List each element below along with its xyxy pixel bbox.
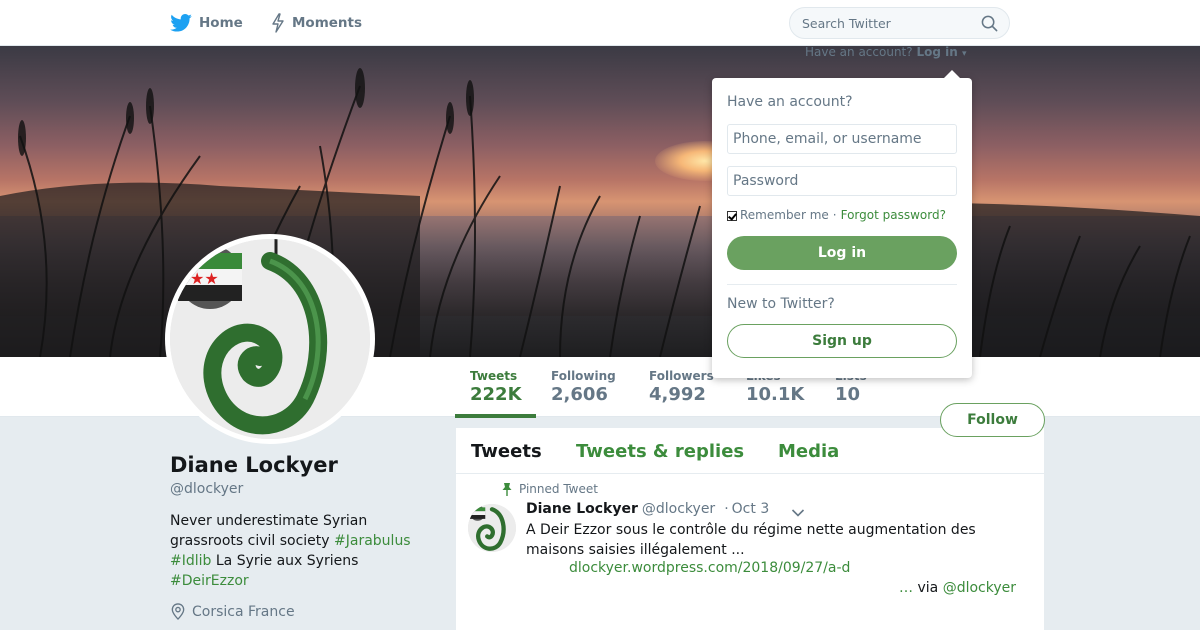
tweet-via-handle[interactable]: @dlockyer bbox=[943, 580, 1016, 596]
password-field[interactable] bbox=[727, 166, 957, 196]
remember-label[interactable]: Remember me bbox=[740, 208, 829, 222]
follow-button[interactable]: Follow bbox=[940, 403, 1045, 437]
new-to-twitter-label: New to Twitter? bbox=[727, 296, 835, 312]
tweet-avatar[interactable] bbox=[468, 504, 516, 552]
bio-text: La Syrie aux Syriens bbox=[211, 553, 359, 569]
stat-value: 10.1K bbox=[746, 384, 805, 405]
profile-handle[interactable]: @dlockyer bbox=[170, 481, 243, 497]
lightning-icon bbox=[272, 13, 284, 33]
tweet-avatar-image bbox=[468, 504, 516, 552]
remember-row: Remember me · Forgot password? bbox=[727, 208, 946, 222]
location-pin-icon bbox=[171, 603, 185, 620]
timeline: Tweets Tweets & replies Media Pinned Twe… bbox=[456, 428, 1044, 630]
remember-checkbox[interactable] bbox=[727, 211, 737, 221]
login-hint: Have an account? Log in ▾ bbox=[805, 45, 967, 59]
top-navbar: Home Moments bbox=[0, 0, 1200, 46]
signup-button[interactable]: Sign up bbox=[727, 324, 957, 358]
search-input[interactable] bbox=[802, 14, 977, 32]
stat-label: Followers bbox=[649, 369, 714, 383]
search-box bbox=[789, 7, 1010, 39]
nav-moments-label: Moments bbox=[292, 15, 363, 31]
profile-name[interactable]: Diane Lockyer bbox=[170, 453, 338, 477]
dropdown-title: Have an account? bbox=[727, 94, 853, 110]
forgot-password-link[interactable]: Forgot password? bbox=[841, 208, 946, 222]
pinned-text: Pinned Tweet bbox=[519, 482, 598, 496]
tweet-date[interactable]: Oct 3 bbox=[732, 501, 770, 517]
hashtag-link[interactable]: #Idlib bbox=[170, 553, 211, 569]
hashtag-link[interactable]: #Jarabulus bbox=[334, 533, 411, 549]
tweet-header: Diane Lockyer @dlockyer · Oct 3 bbox=[526, 501, 769, 517]
tweet-author-handle[interactable]: @dlockyer bbox=[642, 501, 715, 517]
stat-value: 4,992 bbox=[649, 384, 706, 405]
stat-following[interactable]: Following 2,606 bbox=[551, 369, 616, 405]
login-hint-link[interactable]: Log in ▾ bbox=[916, 45, 966, 59]
stat-followers[interactable]: Followers 4,992 bbox=[649, 369, 714, 405]
avatar[interactable]: ★★ bbox=[165, 234, 375, 444]
stat-value: 222K bbox=[470, 384, 522, 405]
dropdown-divider bbox=[727, 284, 957, 285]
tweet-via-text: via bbox=[913, 580, 943, 596]
hashtag-link[interactable]: #DeirEzzor bbox=[170, 573, 249, 589]
nav-home[interactable]: Home bbox=[170, 12, 243, 34]
pinned-tweet-label: Pinned Tweet bbox=[502, 482, 598, 496]
twitter-bird-icon bbox=[170, 14, 192, 32]
stat-value: 2,606 bbox=[551, 384, 608, 405]
svg-text:★★: ★★ bbox=[190, 269, 219, 288]
tab-tweets[interactable]: Tweets bbox=[471, 441, 542, 462]
tweet-author-name[interactable]: Diane Lockyer bbox=[526, 501, 638, 517]
pin-icon bbox=[502, 483, 512, 496]
caret-down-icon: ▾ bbox=[961, 49, 967, 59]
tweet-dot: · bbox=[724, 501, 729, 517]
tweet-text: A Deir Ezzor sous le contrôle du régime … bbox=[526, 522, 976, 558]
location-text: Corsica France bbox=[192, 603, 295, 620]
dropdown-caret bbox=[944, 70, 960, 78]
remember-separator: · bbox=[832, 208, 837, 222]
username-field[interactable] bbox=[727, 124, 957, 154]
tweet-via-ellipsis[interactable]: … bbox=[899, 580, 913, 596]
hei-matau-pendant-image: ★★ bbox=[170, 239, 370, 439]
tweet-via: … via @dlockyer bbox=[899, 580, 1016, 596]
chevron-down-icon[interactable] bbox=[791, 508, 805, 518]
profile-location: Corsica France bbox=[170, 603, 295, 620]
tab-media[interactable]: Media bbox=[778, 441, 839, 462]
search-icon[interactable] bbox=[981, 15, 998, 32]
nav-home-label: Home bbox=[199, 15, 243, 31]
tab-tweets-replies[interactable]: Tweets & replies bbox=[576, 441, 744, 462]
login-button[interactable]: Log in bbox=[727, 236, 957, 270]
stat-tweets[interactable]: Tweets 222K bbox=[455, 369, 536, 418]
stat-value: 10 bbox=[835, 384, 861, 405]
login-dropdown: Have an account? Remember me · Forgot pa… bbox=[712, 70, 972, 378]
profile-bio: Never underestimate Syrian grassroots ci… bbox=[170, 511, 440, 591]
tweet-link[interactable]: dlockyer.wordpress.com/2018/09/27/a-d bbox=[569, 560, 850, 576]
stat-label: Following bbox=[551, 369, 616, 383]
login-hint-text: Have an account? bbox=[805, 45, 913, 59]
stat-label: Tweets bbox=[470, 369, 518, 383]
nav-moments[interactable]: Moments bbox=[271, 12, 362, 34]
